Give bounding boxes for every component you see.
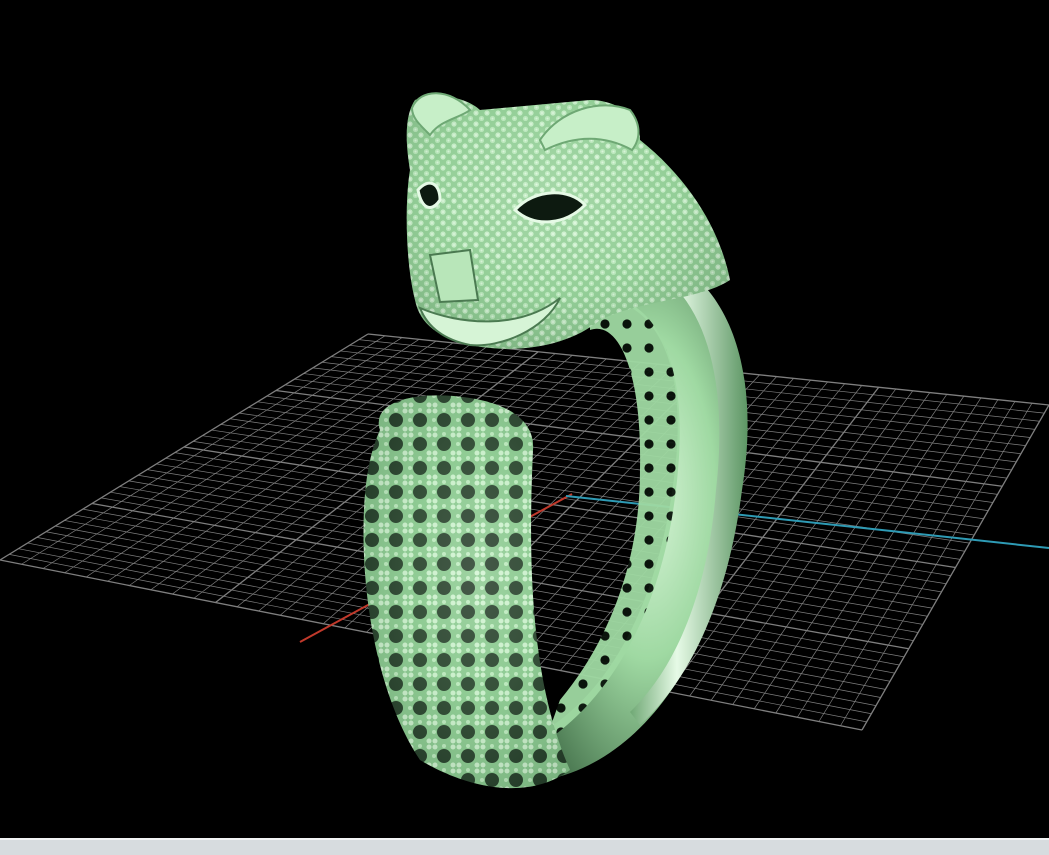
grid-line (732, 394, 948, 705)
grid-line (753, 395, 965, 709)
grid-line (861, 404, 1049, 731)
ring-front-band-shade (363, 395, 570, 789)
grid-line (21, 335, 386, 565)
viewport-scene[interactable] (0, 0, 1049, 838)
status-bar (0, 838, 1049, 855)
ring-model[interactable] (363, 92, 748, 789)
3d-viewport[interactable] (0, 0, 1049, 838)
grid-line (775, 397, 982, 714)
